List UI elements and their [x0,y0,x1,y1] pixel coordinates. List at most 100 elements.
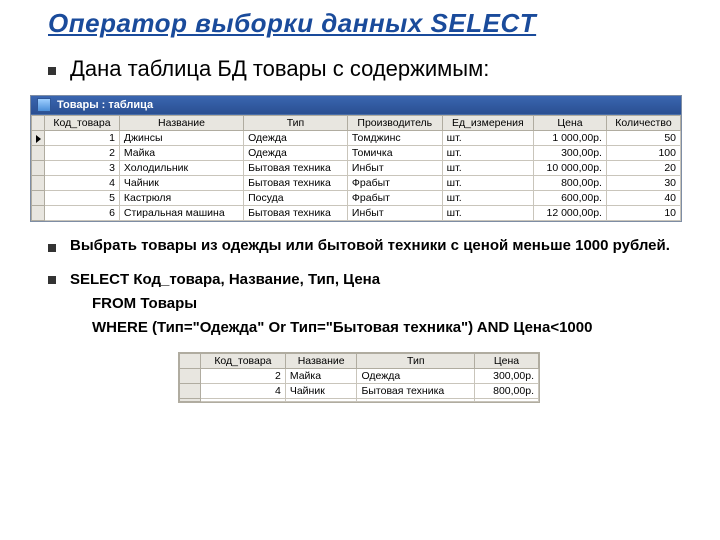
cell: 1 [45,130,120,145]
cell: 4 [45,175,120,190]
intro-text: Дана таблица БД товары с содержимым: [48,55,690,83]
row-selector [32,160,45,175]
cell: Чайник [119,175,243,190]
cell: шт. [442,145,533,160]
table-row: 2 Майка Одежда 300,00р. [180,368,539,383]
cell: Инбыт [347,160,442,175]
cell: Майка [119,145,243,160]
col-header: Название [119,115,243,130]
sql-line2: FROM Товары [70,292,690,316]
cell: Бытовая техника [244,175,348,190]
row-selector [32,130,45,145]
cell: 3 [45,160,120,175]
cell: Инбыт [347,205,442,220]
table-row: 5 Кастрюля Посуда Фрабыт шт. 600,00р. 40 [32,190,681,205]
db-window-titlebar: Товары : таблица [31,96,681,115]
cell: 800,00р. [475,383,539,398]
cell: шт. [442,205,533,220]
table-row: 4 Чайник Бытовая техника Фрабыт шт. 800,… [32,175,681,190]
cell: 5 [45,190,120,205]
col-header: Тип [244,115,348,130]
cell [285,398,357,401]
sql-line3: WHERE (Тип="Одежда" Or Тип="Бытовая техн… [70,316,690,340]
cell: Кастрюля [119,190,243,205]
result-table: Код_товара Название Тип Цена 2 Майка Оде… [179,353,539,402]
cell: 300,00р. [475,368,539,383]
cell: 800,00р. [534,175,607,190]
col-header: Цена [534,115,607,130]
cell: 40 [606,190,680,205]
col-header: Тип [357,353,475,368]
cell: Бытовая техника [357,383,475,398]
cell: Одежда [357,368,475,383]
cell: 600,00р. [534,190,607,205]
cell: Чайник [285,383,357,398]
cell: 12 000,00р. [534,205,607,220]
sql-line1: SELECT Код_товара, Название, Тип, Цена [70,271,380,288]
cell: 2 [45,145,120,160]
table-row [180,398,539,401]
current-row-icon [36,135,41,143]
cell: Фрабыт [347,175,442,190]
cell: Томичка [347,145,442,160]
cell [201,398,286,401]
row-selector [180,368,201,383]
window-icon [37,98,51,112]
cell: 4 [201,383,286,398]
cell: 50 [606,130,680,145]
cell: 300,00р. [534,145,607,160]
cell: Томджинс [347,130,442,145]
row-selector [32,190,45,205]
cell: 10 000,00р. [534,160,607,175]
table-row: 2 Майка Одежда Томичка шт. 300,00р. 100 [32,145,681,160]
cell [357,398,475,401]
cell: 100 [606,145,680,160]
cell: 1 000,00р. [534,130,607,145]
table-row: 6 Стиральная машина Бытовая техника Инбы… [32,205,681,220]
row-selector [32,205,45,220]
cell: Бытовая техника [244,205,348,220]
col-header: Код_товара [201,353,286,368]
col-header: Ед_измерения [442,115,533,130]
cell: Фрабыт [347,190,442,205]
cell [475,398,539,401]
cell: Стиральная машина [119,205,243,220]
row-selector [32,175,45,190]
cell: шт. [442,190,533,205]
col-header: Количество [606,115,680,130]
products-table: Код_товара Название Тип Производитель Ед… [31,115,681,221]
cell: 20 [606,160,680,175]
cell: Одежда [244,145,348,160]
sql-query: SELECT Код_товара, Название, Тип, Цена F… [48,268,690,340]
cell: Одежда [244,130,348,145]
result-window: Код_товара Название Тип Цена 2 Майка Оде… [178,352,540,403]
col-header: Производитель [347,115,442,130]
row-selector [32,145,45,160]
cell: шт. [442,130,533,145]
row-selector [180,383,201,398]
db-window-title: Товары : таблица [57,99,153,111]
cell: 6 [45,205,120,220]
row-selector-header [32,115,45,130]
col-header: Код_товара [45,115,120,130]
cell: Майка [285,368,357,383]
cell: Бытовая техника [244,160,348,175]
cell: Джинсы [119,130,243,145]
slide-title: Оператор выборки данных SELECT [48,8,690,39]
table-row: 1 Джинсы Одежда Томджинс шт. 1 000,00р. … [32,130,681,145]
col-header: Название [285,353,357,368]
cell: шт. [442,175,533,190]
cell: 10 [606,205,680,220]
row-selector [180,398,201,401]
cell: Посуда [244,190,348,205]
cell: 30 [606,175,680,190]
db-window: Товары : таблица Код_товара Название Тип… [30,95,682,222]
cell: шт. [442,160,533,175]
table-row: 3 Холодильник Бытовая техника Инбыт шт. … [32,160,681,175]
col-header: Цена [475,353,539,368]
cell: 2 [201,368,286,383]
row-selector-header [180,353,201,368]
table-row: 4 Чайник Бытовая техника 800,00р. [180,383,539,398]
task-text: Выбрать товары из одежды или бытовой тех… [48,236,690,256]
cell: Холодильник [119,160,243,175]
